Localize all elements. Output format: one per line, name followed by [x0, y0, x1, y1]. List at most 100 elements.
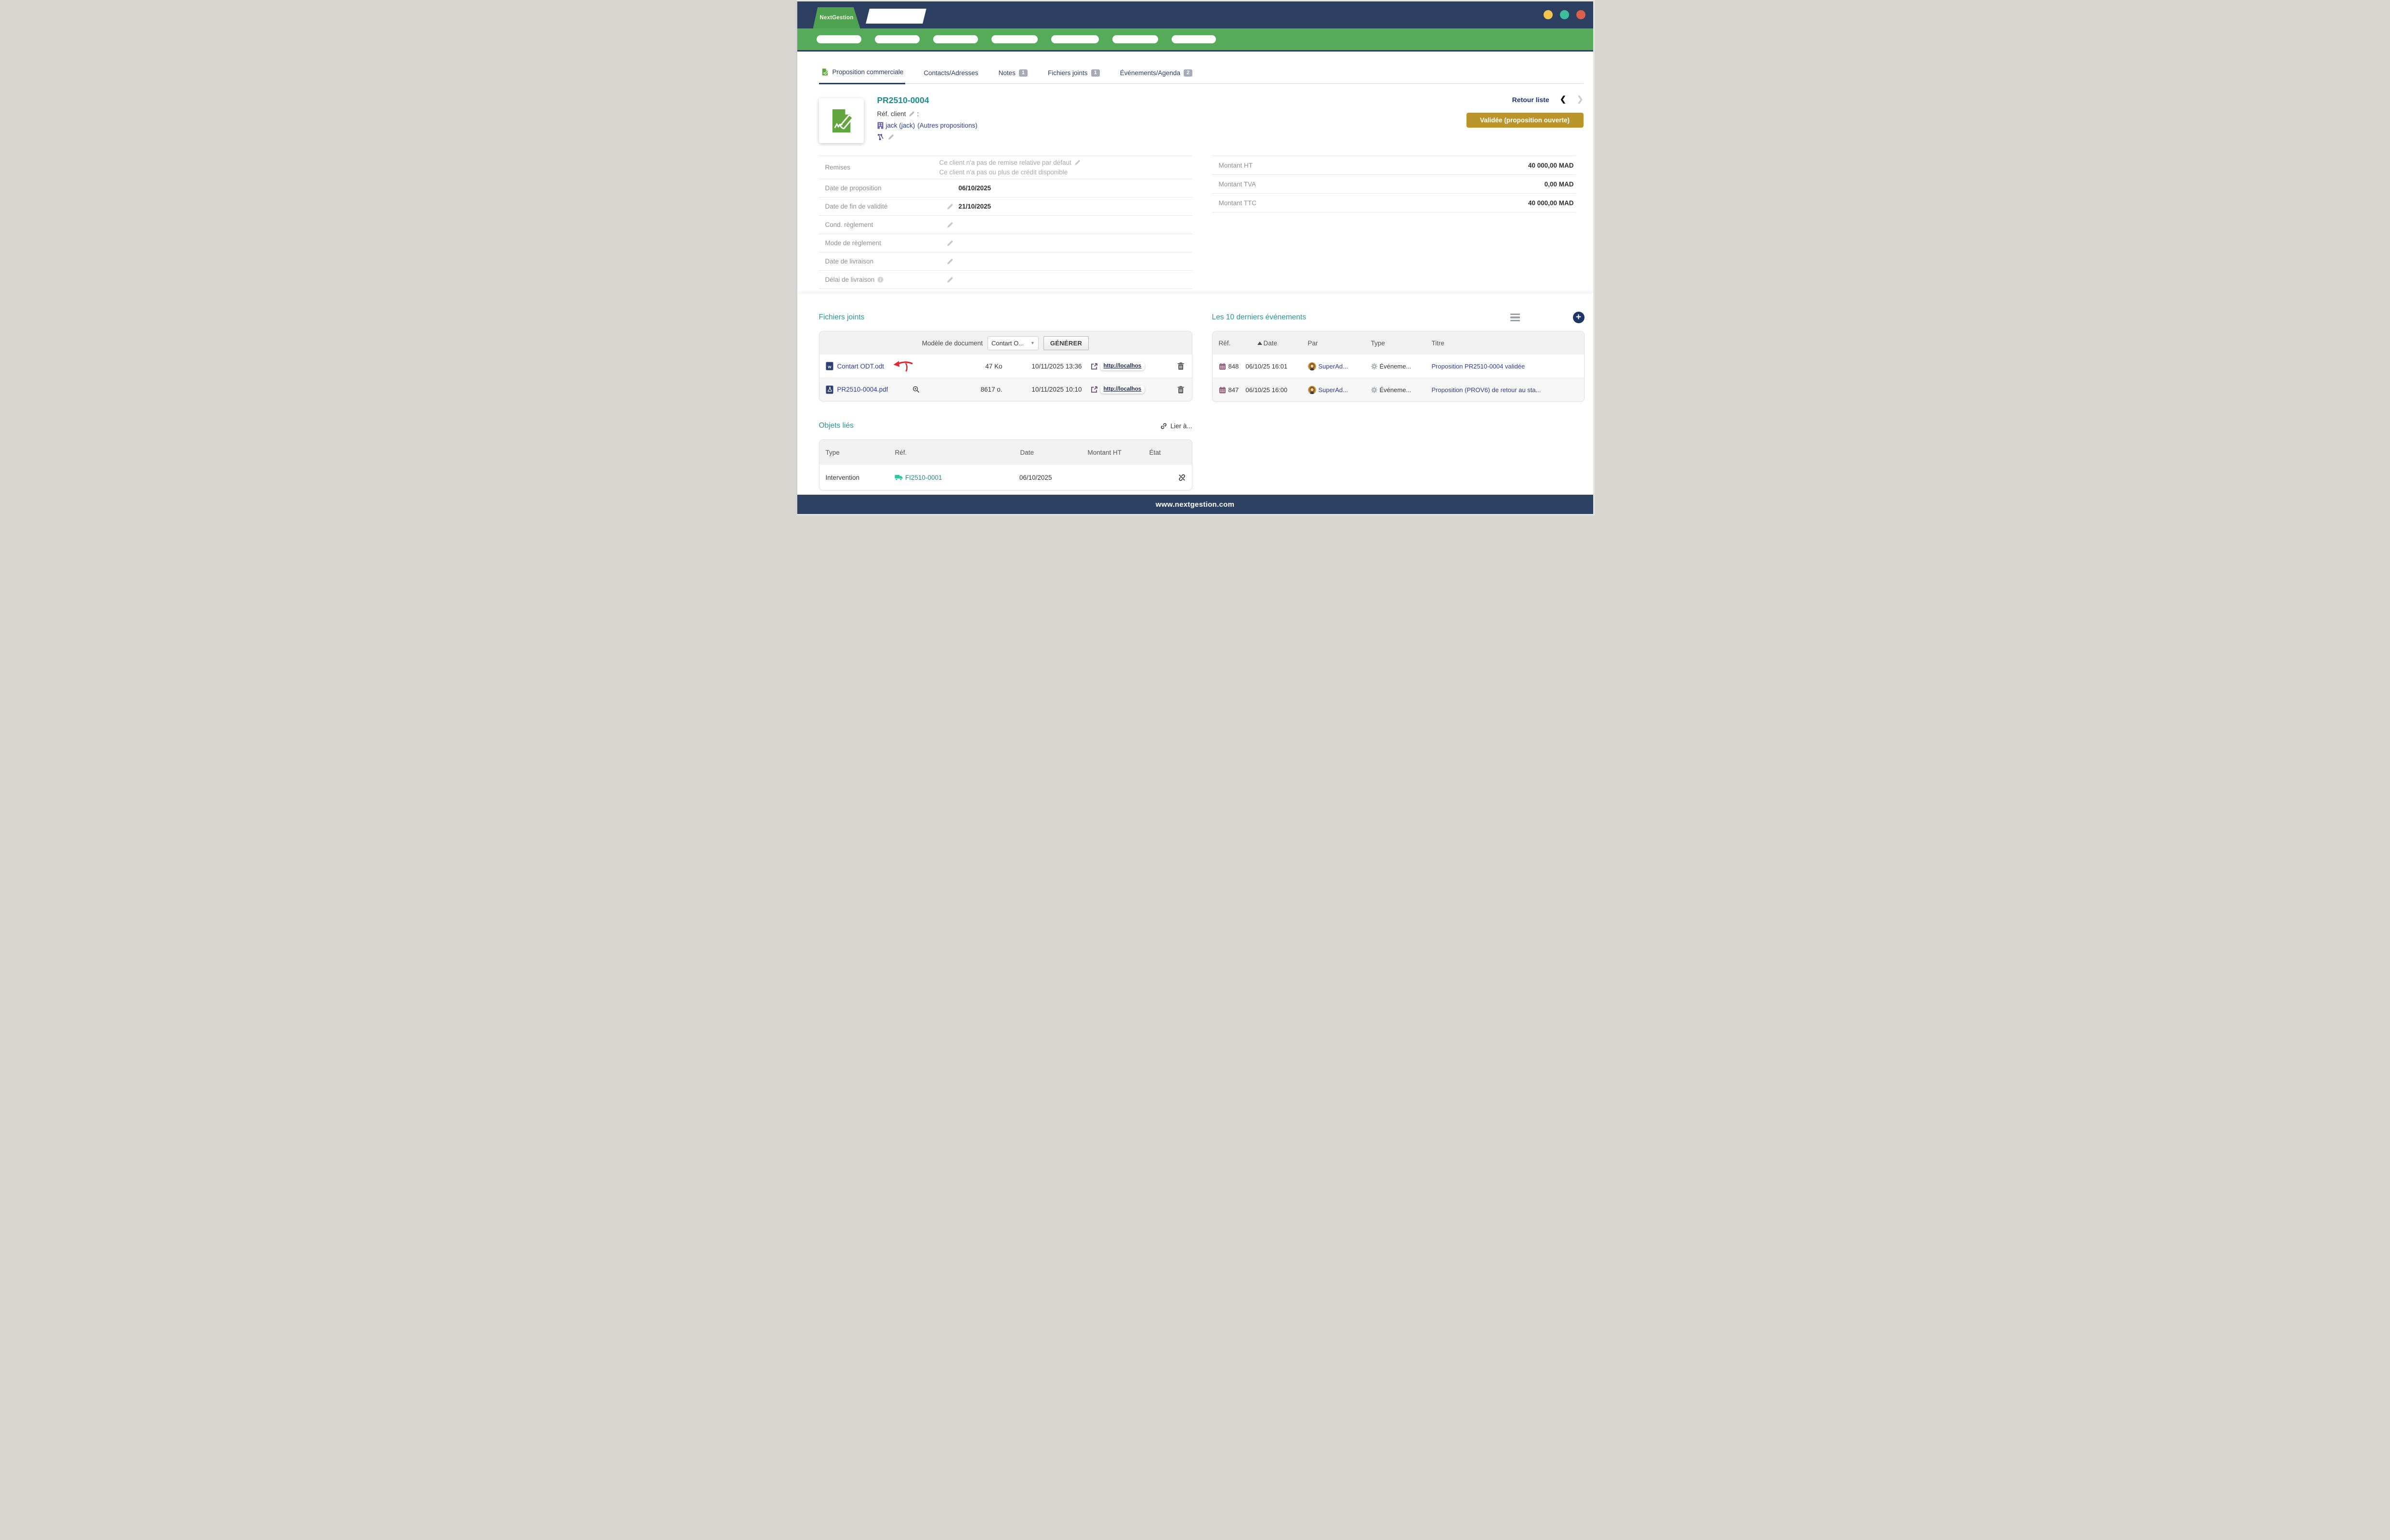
red-annotation-arrow — [893, 360, 914, 372]
detail-row-date-proposition: Date de proposition 06/10/2025 — [819, 179, 1192, 197]
edit-mode-reglement-icon[interactable] — [947, 240, 953, 247]
amount-row-tva: Montant TVA 0,00 MAD — [1212, 175, 1576, 194]
detail-row-cond-reglement: Cond. règlement — [819, 216, 1192, 234]
event-date: 06/10/25 16:01 — [1246, 363, 1308, 370]
detail-label: Cond. règlement — [819, 221, 939, 228]
credit-info-text: Ce client n'a pas ou plus de crédit disp… — [939, 168, 1068, 177]
col-ref: Réf. — [895, 449, 1020, 456]
file-row-odt: w Contart ODT.odt 47 Ko — [819, 355, 1192, 378]
tab-label: Événements/Agenda — [1120, 69, 1180, 77]
event-row: 847 06/10/25 16:00 SuperAd... — [1213, 378, 1584, 401]
file-size: 8617 o. — [952, 386, 1003, 393]
proposition-document-icon — [827, 107, 855, 135]
edit-date-fin-icon[interactable] — [947, 203, 953, 210]
document-model-select[interactable]: Contart O... ▼ — [988, 336, 1039, 350]
linked-ref-link[interactable]: FI2510-0001 — [905, 474, 942, 481]
maximize-button[interactable] — [1560, 10, 1569, 19]
menu-item-placeholder[interactable] — [817, 35, 861, 43]
col-date[interactable]: Date — [1246, 340, 1308, 347]
detail-row-date-fin-validite: Date de fin de validité 21/10/2025 — [819, 197, 1192, 216]
edit-remise-icon[interactable] — [1074, 159, 1081, 166]
sort-ascending-icon — [1257, 342, 1262, 345]
tab-evenements-agenda[interactable]: Événements/Agenda 2 — [1118, 69, 1194, 83]
status-badge-button[interactable]: Validée (proposition ouverte) — [1466, 113, 1584, 128]
chain-link-icon — [1160, 422, 1167, 430]
pdf-file-link[interactable]: PR2510-0004.pdf — [837, 386, 888, 393]
menu-item-placeholder[interactable] — [1051, 35, 1099, 43]
menu-item-placeholder[interactable] — [875, 35, 920, 43]
tab-fichiers-joints[interactable]: Fichiers joints 1 — [1046, 69, 1102, 83]
event-title-link[interactable]: Proposition (PROV6) de retour au sta... — [1432, 386, 1570, 394]
linked-objects-section: Objets liés Lier à... Type Réf. Date Mon… — [819, 420, 1192, 490]
edit-ref-client-icon[interactable] — [909, 111, 915, 117]
col-titre[interactable]: Titre — [1432, 340, 1570, 347]
file-public-url-link[interactable]: http://localhos — [1100, 362, 1145, 370]
minimize-button[interactable] — [1544, 10, 1553, 19]
event-ref: 847 — [1228, 386, 1239, 394]
file-row-pdf: PR2510-0004.pdf 8617 o. 10/11/2025 10:10 — [819, 378, 1192, 401]
tab-count-badge: 1 — [1019, 69, 1028, 77]
event-user-link[interactable]: SuperAd... — [1319, 363, 1348, 370]
event-row: 848 06/10/25 16:01 SuperAd... — [1213, 355, 1584, 378]
event-type: Événeme... — [1380, 363, 1412, 370]
model-selected-value: Contart O... — [991, 340, 1024, 347]
linked-objects-title: Objets liés — [819, 421, 854, 430]
generate-button[interactable]: GÉNÉRER — [1043, 336, 1089, 350]
menu-item-placeholder[interactable] — [1112, 35, 1158, 43]
delete-file-icon[interactable] — [1177, 362, 1184, 370]
edit-date-livraison-icon[interactable] — [947, 258, 953, 265]
add-event-button[interactable]: + — [1573, 312, 1585, 323]
client-link[interactable]: jack (jack) — [886, 122, 915, 129]
proposition-details-table: Remises Ce client n'a pas de remise rela… — [819, 156, 1192, 289]
event-user-link[interactable]: SuperAd... — [1319, 386, 1348, 394]
detail-row-delai-livraison: Délai de livraison — [819, 271, 1192, 289]
tab-notes[interactable]: Notes 1 — [997, 69, 1030, 83]
intervention-truck-icon — [895, 474, 903, 481]
external-link-icon[interactable] — [1091, 363, 1098, 370]
next-record-icon[interactable]: ❯ — [1577, 96, 1583, 104]
info-icon — [877, 276, 884, 283]
preview-magnifier-icon[interactable] — [892, 386, 940, 393]
edit-project-icon[interactable] — [888, 134, 894, 140]
footer-url: www.nextgestion.com — [1156, 500, 1235, 509]
linked-objects-card: Type Réf. Date Montant HT État Intervent… — [819, 439, 1192, 490]
back-to-list-link[interactable]: Retour liste — [1512, 96, 1549, 104]
odt-file-link[interactable]: Contart ODT.odt — [837, 363, 885, 370]
col-type[interactable]: Type — [1371, 340, 1432, 347]
record-header: PR2510-0004 Réf. client : jack (ja — [819, 94, 1584, 143]
previous-record-icon[interactable]: ❮ — [1560, 96, 1566, 104]
user-avatar — [1308, 362, 1316, 370]
tab-label: Contacts/Adresses — [924, 69, 978, 77]
tab-proposition-commerciale[interactable]: Proposition commerciale — [819, 68, 906, 84]
project-network-icon[interactable] — [877, 133, 885, 141]
edit-delai-livraison-icon[interactable] — [947, 276, 953, 283]
record-type-icon-card — [819, 98, 864, 143]
ref-client-label: Réf. client — [877, 110, 906, 118]
external-link-icon[interactable] — [1091, 386, 1098, 393]
file-public-url-link[interactable]: http://localhos — [1100, 385, 1145, 394]
menu-item-placeholder[interactable] — [933, 35, 978, 43]
menu-item-placeholder[interactable] — [1172, 35, 1216, 43]
delete-file-icon[interactable] — [1177, 386, 1184, 394]
odt-file-icon: w — [826, 362, 833, 370]
menu-item-placeholder[interactable] — [991, 35, 1038, 43]
col-date: Date — [1020, 449, 1088, 456]
detail-label: Remises — [819, 164, 939, 171]
tab-contacts-adresses[interactable]: Contacts/Adresses — [922, 69, 980, 83]
user-avatar — [1308, 386, 1316, 394]
col-ref[interactable]: Réf. — [1219, 340, 1246, 347]
edit-cond-reglement-icon[interactable] — [947, 222, 953, 228]
remise-info-text: Ce client n'a pas de remise relative par… — [939, 158, 1071, 168]
events-menu-icon[interactable] — [1510, 312, 1520, 323]
file-date: 10/11/2025 13:36 — [1003, 363, 1082, 370]
event-title-link[interactable]: Proposition PR2510-0004 validée — [1432, 363, 1570, 370]
col-par[interactable]: Par — [1308, 340, 1371, 347]
tab-count-badge: 2 — [1184, 69, 1192, 77]
close-button[interactable] — [1576, 10, 1585, 19]
other-propositions-link[interactable]: (Autres propositions) — [917, 122, 977, 129]
link-to-action[interactable]: Lier à... — [1160, 422, 1192, 430]
calendar-icon — [1219, 386, 1226, 394]
tab-label: Fichiers joints — [1048, 69, 1088, 77]
unlink-icon[interactable] — [1178, 474, 1186, 482]
detail-row-mode-reglement: Mode de règlement — [819, 234, 1192, 252]
